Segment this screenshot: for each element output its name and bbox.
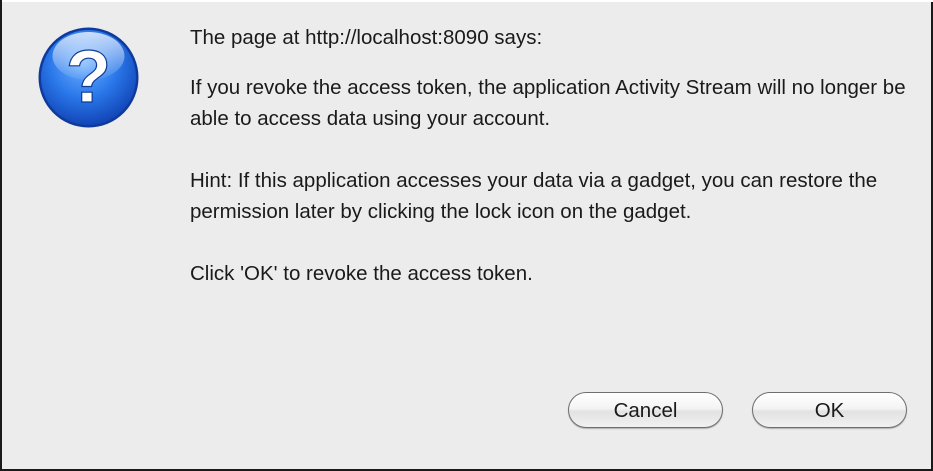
question-mark-icon: ? (35, 24, 142, 131)
dialog-hint: Hint: If this application accesses your … (190, 169, 878, 223)
cancel-button[interactable]: Cancel (568, 392, 723, 428)
dialog-message: If you revoke the access token, the appl… (190, 76, 906, 130)
confirm-dialog: ? The page at http://localhost:8090 says… (0, 0, 933, 471)
dialog-content: The page at http://localhost:8090 says: … (190, 22, 910, 289)
dialog-instruction: Click 'OK' to revoke the access token. (190, 262, 533, 285)
dialog-title: The page at http://localhost:8090 says: (190, 26, 543, 49)
button-bar: Cancel OK (568, 392, 908, 430)
svg-text:?: ? (66, 35, 111, 118)
ok-button[interactable]: OK (752, 392, 907, 428)
top-edge (2, 0, 933, 2)
